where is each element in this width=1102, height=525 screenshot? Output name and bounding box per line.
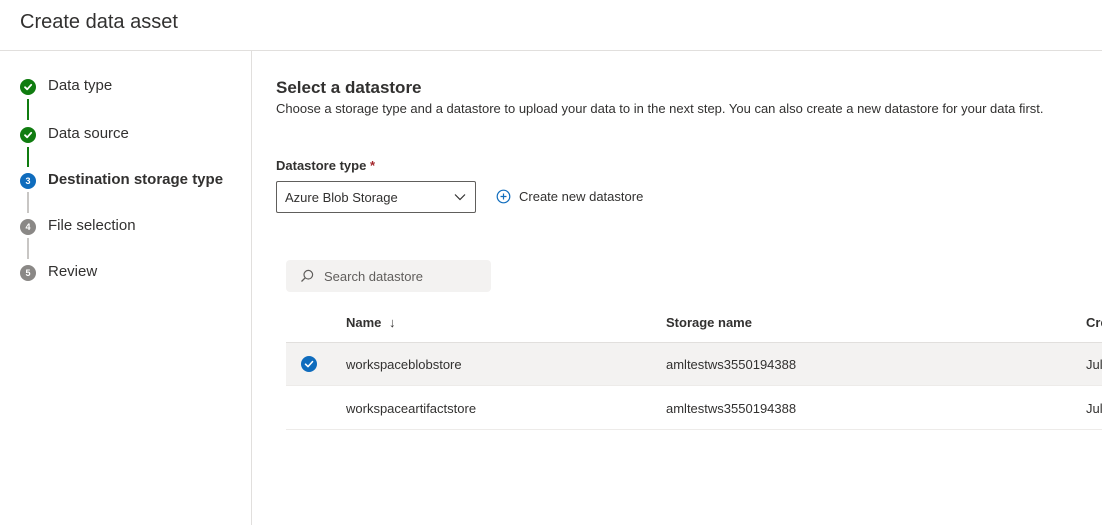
step-label: Review: [48, 263, 98, 280]
step-label: Data source: [48, 125, 129, 142]
page-title: Create data asset: [20, 11, 178, 33]
step-connector: [27, 238, 29, 259]
table-header: Name ↓ Storage name Cre: [286, 303, 1102, 343]
datastore-name: workspaceblobstore: [346, 357, 462, 372]
datastore-type-dropdown[interactable]: Azure Blob Storage: [276, 181, 476, 213]
column-header-created[interactable]: Cre: [1086, 315, 1102, 330]
step-number-badge: 4: [20, 219, 36, 235]
table-row[interactable]: workspaceblobstore amltestws3550194388 J…: [286, 343, 1102, 386]
datastore-type-value: Azure Blob Storage: [285, 189, 398, 205]
created-date: Jul: [1086, 357, 1102, 372]
add-circle-icon: [496, 189, 511, 204]
column-header-name-label: Name: [346, 315, 382, 330]
step-connector: [27, 147, 29, 167]
page-header: Create data asset: [0, 0, 1102, 51]
check-icon: [20, 79, 36, 95]
create-new-datastore-button[interactable]: Create new datastore: [496, 189, 643, 204]
step-destination-storage-type[interactable]: 3 Destination storage type: [20, 169, 223, 193]
section-description: Choose a storage type and a datastore to…: [276, 101, 1044, 116]
required-mark: *: [369, 158, 375, 173]
create-new-datastore-label: Create new datastore: [519, 189, 644, 204]
step-file-selection[interactable]: 4 File selection: [20, 215, 136, 239]
search-icon: [300, 269, 314, 283]
created-date: Jul: [1086, 401, 1102, 416]
search-input[interactable]: [324, 268, 484, 284]
selected-check-icon[interactable]: [301, 356, 317, 377]
storage-name: amltestws3550194388: [666, 401, 797, 416]
step-review[interactable]: 5 Review: [20, 261, 97, 285]
section-title: Select a datastore: [276, 78, 422, 97]
step-label: Destination storage type: [48, 171, 224, 188]
sort-descending-icon: ↓: [389, 315, 396, 330]
column-header-name[interactable]: Name ↓: [346, 315, 396, 330]
check-icon: [20, 127, 36, 143]
step-number-badge: 5: [20, 265, 36, 281]
step-label: Data type: [48, 77, 113, 94]
step-label: File selection: [48, 217, 136, 234]
step-data-source[interactable]: Data source: [20, 123, 129, 147]
datastore-type-label: Datastore type *: [276, 158, 375, 173]
wizard-steps: Data type Data source 3 Destination stor…: [0, 51, 252, 525]
chevron-down-icon: [453, 190, 467, 207]
search-box[interactable]: [286, 260, 491, 292]
step-data-type[interactable]: Data type: [20, 75, 112, 99]
column-header-storage-name[interactable]: Storage name: [666, 315, 752, 330]
datastore-type-label-text: Datastore type: [276, 158, 367, 173]
step-connector: [27, 99, 29, 120]
table-row[interactable]: workspaceartifactstore amltestws35501943…: [286, 387, 1102, 430]
step-number-badge: 3: [20, 173, 36, 189]
step-connector: [27, 192, 29, 213]
storage-name: amltestws3550194388: [666, 357, 797, 372]
datastore-name: workspaceartifactstore: [346, 401, 477, 416]
